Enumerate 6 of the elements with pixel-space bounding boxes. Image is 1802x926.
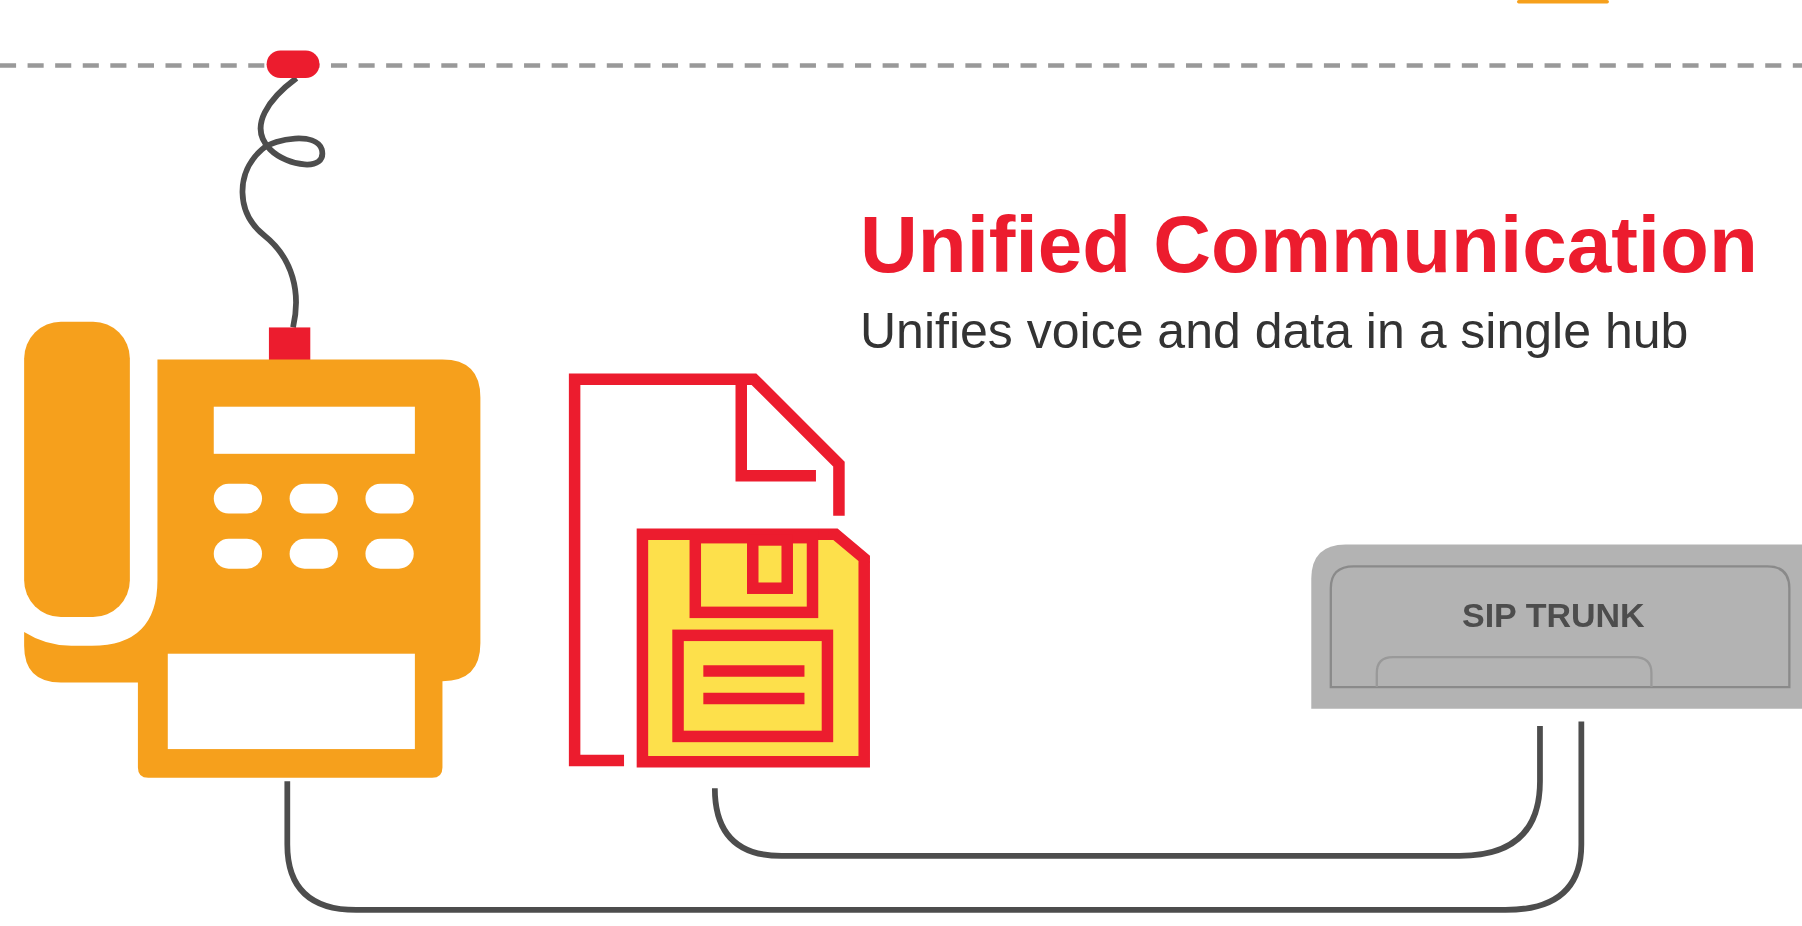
cord-plug [268,327,311,362]
cord-plug [266,50,320,79]
document-icon [568,373,845,767]
heading-subtitle: Unifies voice and data in a single hub [860,306,1689,356]
device-label: SIP TRUNK [1462,598,1645,632]
heading-title: Unified Communication [860,205,1758,285]
